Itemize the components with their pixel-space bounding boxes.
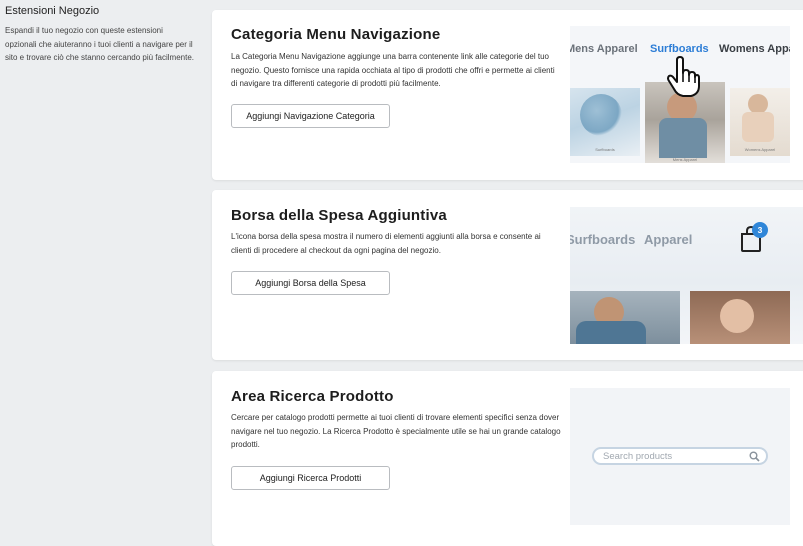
search-icon [749,451,760,462]
card-description: L'icona borsa della spesa mostra il nume… [231,232,541,255]
nav-link-surfboards: Surfboards [650,43,709,55]
add-category-nav-button[interactable]: Aggiungi Navigazione Categoria [231,104,390,128]
card-title: Borsa della Spesa Aggiuntiva [231,207,447,224]
thumb-womens-apparel [690,291,790,344]
thumb-label: Womens Apparel [744,147,776,152]
nav-link-surfboards: Surfboards [570,232,636,247]
sidebar-description: Espandi il tuo negozio con queste estens… [5,26,194,62]
nav-link-apparel: Apparel [644,232,693,247]
category-nav-preview-image: Mens Apparel Surfboards Womens Apparel S… [570,26,790,163]
card-title: Categoria Menu Navigazione [231,26,441,43]
thumb-womens-apparel: Womens Apparel [730,88,790,156]
card-description: Cercare per catalogo prodotti permette a… [231,413,561,449]
hand-pointer-icon [667,56,700,97]
search-placeholder: Search products [603,451,673,462]
add-shopping-bag-button[interactable]: Aggiungi Borsa della Spesa [231,271,390,295]
search-input-preview: Search products [592,447,768,465]
thumb-label: Mens Apparel [672,157,698,162]
nav-link-womens-apparel: Womens Apparel [719,43,790,55]
extension-card-category-nav: Categoria Menu Navigazione La Categoria … [212,10,803,180]
extension-card-shopping-bag: Borsa della Spesa Aggiuntiva L'icona bor… [212,190,803,360]
nav-link-mens-apparel: Mens Apparel [570,43,638,55]
thumb-mens-apparel [570,291,680,344]
sidebar-title: Estensioni Negozio [5,5,100,17]
product-search-preview-image: Search products [570,388,790,525]
card-description: La Categoria Menu Navigazione aggiunge u… [231,52,555,88]
add-product-search-button[interactable]: Aggiungi Ricerca Prodotti [231,466,390,490]
sidebar: Estensioni Negozio Espandi il tuo negozi… [5,5,195,65]
thumb-label: Surfboards [595,147,615,152]
card-title: Area Ricerca Prodotto [231,388,394,405]
cart-count-badge: 3 [752,222,768,238]
extension-card-product-search: Area Ricerca Prodotto Cercare per catalo… [212,371,803,546]
thumb-surfboards: Surfboards [570,88,640,156]
shopping-bag-preview-image: Surfboards Apparel 3 [570,207,803,344]
